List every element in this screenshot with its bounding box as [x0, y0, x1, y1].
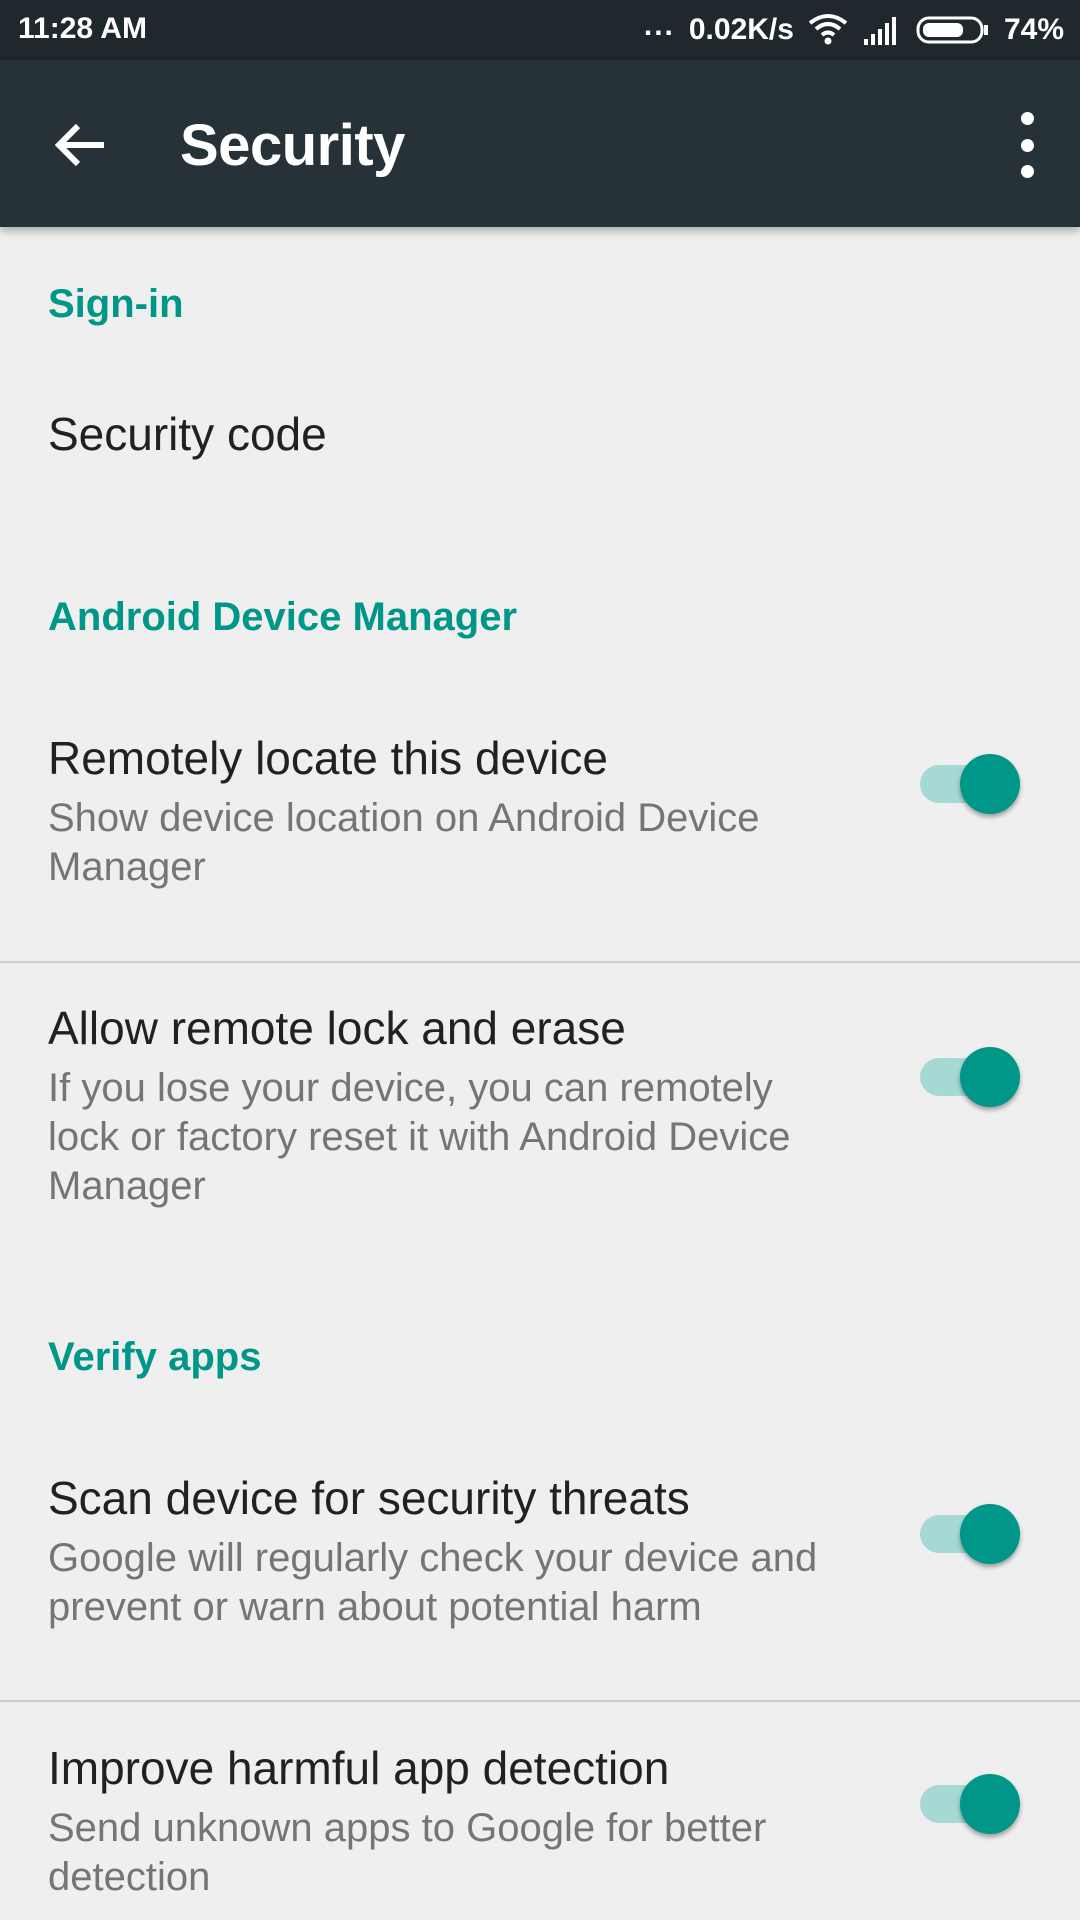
- divider: [0, 961, 1080, 963]
- security-code-item[interactable]: Security code: [0, 377, 1080, 497]
- security-code-title: Security code: [48, 408, 327, 460]
- arrow-back-icon: [54, 123, 104, 167]
- remote-locate-toggle[interactable]: [920, 747, 1022, 814]
- section-header-adm: Android Device Manager: [48, 595, 518, 639]
- toggle-thumb: [960, 1774, 1020, 1834]
- more-vert-icon-dot: [1020, 112, 1034, 125]
- battery-icon: [916, 15, 990, 45]
- more-notifications-icon: ...: [643, 9, 675, 42]
- remote-locate-summary: Show device location on Android Device M…: [48, 796, 760, 889]
- remote-lock-title: Allow remote lock and erase: [48, 1002, 626, 1054]
- remote-lock-toggle[interactable]: [920, 1040, 1022, 1107]
- status-time: 11:28 AM: [18, 12, 147, 45]
- toggle-thumb: [960, 754, 1020, 814]
- scan-threats-summary: Google will regularly check your device …: [48, 1536, 818, 1629]
- improve-detection-toggle[interactable]: [920, 1767, 1022, 1834]
- more-options-button[interactable]: [1002, 112, 1052, 178]
- remote-locate-title: Remotely locate this device: [48, 732, 608, 784]
- more-vert-icon-dot: [1020, 138, 1034, 152]
- toggle-thumb: [960, 1504, 1020, 1564]
- signal-icon: [862, 13, 902, 47]
- page-title: Security: [180, 113, 405, 178]
- scan-threats-toggle[interactable]: [920, 1497, 1022, 1564]
- improve-detection-item[interactable]: Improve harmful app detection Send unkno…: [0, 1737, 1080, 1920]
- scan-threats-item[interactable]: Scan device for security threats Google …: [0, 1467, 1080, 1717]
- battery-percent: 74%: [1003, 13, 1064, 46]
- remote-lock-item[interactable]: Allow remote lock and erase If you lose …: [0, 997, 1080, 1297]
- network-speed: 0.02K/s: [688, 13, 794, 46]
- app-bar: Security: [0, 60, 1080, 227]
- back-button[interactable]: [50, 115, 110, 175]
- improve-detection-summary: Send unknown apps to Google for better d…: [48, 1806, 767, 1899]
- status-icons: ... 0.02K/s 74%: [643, 9, 1064, 50]
- wifi-icon: [808, 13, 848, 47]
- divider: [0, 1700, 1080, 1702]
- section-header-verify: Verify apps: [48, 1335, 262, 1379]
- status-bar: 11:28 AM ... 0.02K/s 74%: [0, 0, 1080, 60]
- scan-threats-title: Scan device for security threats: [48, 1472, 690, 1524]
- remote-locate-item[interactable]: Remotely locate this device Show device …: [0, 727, 1080, 967]
- improve-detection-title: Improve harmful app detection: [48, 1742, 670, 1794]
- remote-lock-summary: If you lose your device, you can remotel…: [48, 1066, 791, 1208]
- section-header-signin: Sign-in: [48, 282, 184, 326]
- toggle-thumb: [960, 1047, 1020, 1107]
- more-vert-icon-dot: [1020, 165, 1034, 178]
